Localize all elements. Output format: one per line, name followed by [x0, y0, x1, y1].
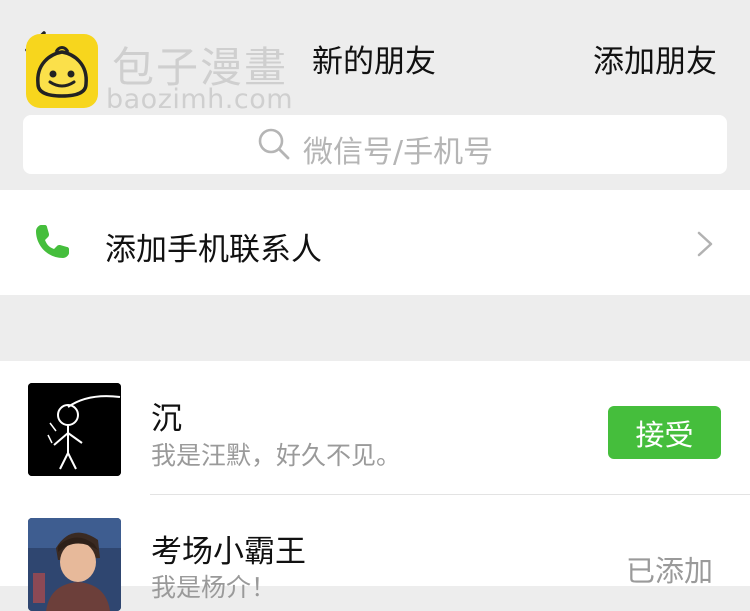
page-title: 新的朋友: [312, 44, 436, 80]
request-message: 我是汪默，好久不见。: [151, 441, 402, 470]
request-message: 我是杨介！: [151, 573, 277, 602]
avatar-drawing: [28, 383, 121, 476]
request-name: 考场小霸王: [151, 534, 306, 570]
accept-button[interactable]: 接受: [608, 406, 721, 459]
phone-icon: [36, 225, 69, 258]
chevron-right-icon: [697, 231, 713, 257]
added-status: 已添加: [626, 554, 714, 588]
search-icon: [258, 128, 290, 160]
bun-logo-icon: [36, 46, 88, 98]
request-name: 沉: [151, 401, 182, 437]
add-phone-contacts-label: 添加手机联系人: [105, 232, 322, 268]
watermark-url: baozimh.com: [106, 84, 294, 115]
divider: [150, 494, 750, 495]
watermark-logo: [26, 34, 98, 108]
avatar[interactable]: [28, 383, 121, 476]
avatar[interactable]: [28, 518, 121, 611]
avatar-portrait: [28, 518, 121, 611]
add-friend-button[interactable]: 添加朋友: [593, 36, 717, 81]
search-placeholder: 微信号/手机号: [303, 135, 494, 170]
